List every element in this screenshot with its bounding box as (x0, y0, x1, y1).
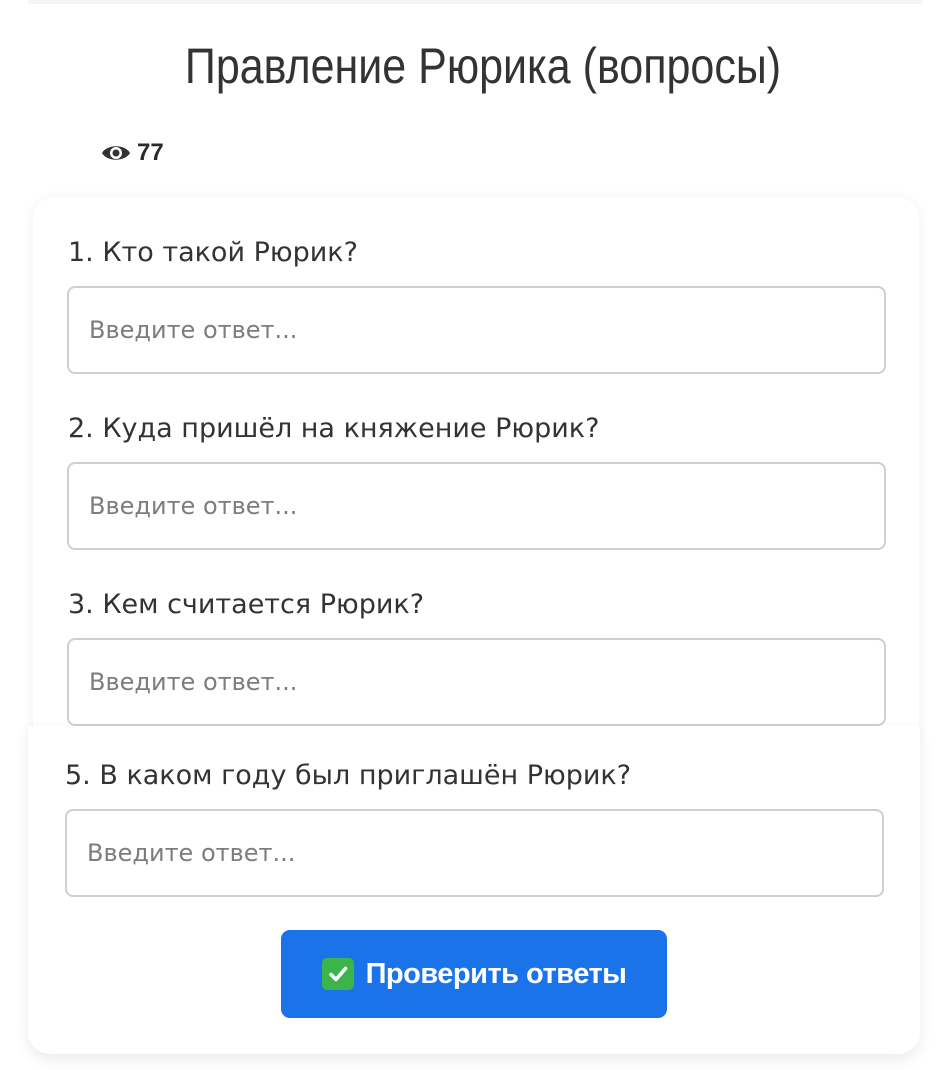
answer-input-5[interactable] (65, 809, 884, 897)
views-counter: 77 (101, 138, 164, 168)
question-2-label: 2. Куда пришёл на княжение Рюрик? (68, 413, 600, 444)
eye-icon (101, 142, 131, 164)
check-answers-button[interactable]: Проверить ответы (281, 930, 667, 1018)
answer-input-3[interactable] (67, 638, 886, 726)
page-title: Правление Рюрика (вопросы) (184, 38, 782, 94)
answer-input-1[interactable] (67, 286, 886, 374)
check-answers-label: Проверить ответы (365, 957, 627, 990)
check-mark-icon (321, 958, 354, 990)
quiz-card-top: 1. Кто такой Рюрик? 2. Куда пришёл на кн… (33, 197, 919, 737)
question-3-label: 3. Кем считается Рюрик? (68, 589, 425, 620)
question-5-label: 5. В каком году был приглашён Рюрик? (65, 760, 632, 791)
views-count: 77 (137, 139, 164, 166)
answer-input-2[interactable] (67, 462, 886, 550)
question-1-label: 1. Кто такой Рюрик? (68, 237, 358, 268)
top-divider (28, 0, 922, 4)
